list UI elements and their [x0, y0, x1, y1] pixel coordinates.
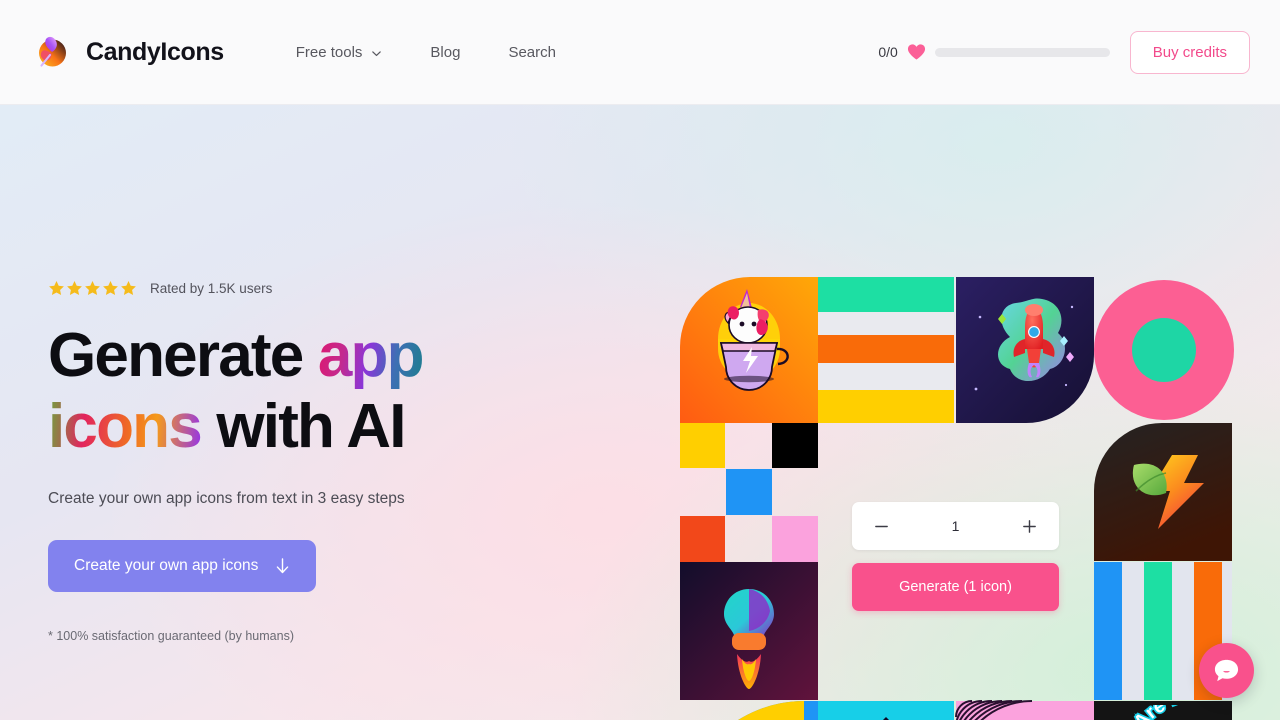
chevron-down-icon [371, 46, 382, 57]
quantity-value: 1 [951, 518, 960, 534]
rating-row: Rated by 1.5K users [48, 280, 518, 297]
main-navigation: Free tools Blog Search [272, 34, 580, 71]
heart-icon [907, 43, 926, 61]
tile-unicorn-cup [680, 277, 818, 423]
buy-credits-button[interactable]: Buy credits [1129, 30, 1250, 74]
tile-leaf-bolt [1094, 423, 1232, 561]
svg-text:We Are Here!: We Are Here! [1118, 705, 1224, 720]
chat-bubble-icon [1214, 659, 1239, 682]
candy-swirl-logo-icon [28, 30, 73, 75]
nav-item-label: Search [508, 43, 556, 61]
hero-subtitle: Create your own app icons from text in 3… [48, 490, 405, 508]
tile-cyan-cat [818, 701, 954, 720]
site-header: CandyIcons Free tools Blog Search 0/0 Bu… [0, 0, 1280, 105]
decrement-button[interactable] [870, 515, 892, 537]
nav-item-label: Blog [430, 43, 461, 61]
star-icon [48, 280, 65, 297]
mosaic-graphic [680, 277, 1234, 720]
rating-text: Rated by 1.5K users [150, 281, 273, 296]
headline-segment-3: with AI [200, 391, 406, 461]
tile-pink-spiral [955, 700, 1094, 720]
chat-here-label: We Are Here! [1118, 705, 1225, 720]
nav-item-blog[interactable]: Blog [406, 34, 484, 71]
credits-count: 0/0 [878, 44, 898, 60]
create-icons-label: Create your own app icons [74, 557, 259, 575]
page-title: Generate app icons with AI [48, 321, 518, 462]
brand-logo[interactable]: CandyIcons [28, 30, 224, 75]
tile-stripes-horizontal [818, 277, 954, 423]
generator-panel: 1 Generate (1 icon) [852, 502, 1059, 611]
hero-section: We Are Here! 1 Generate (1 icon) [0, 105, 1280, 720]
star-icon [120, 280, 137, 297]
headline-word-app: app [317, 321, 425, 390]
star-icon [84, 280, 101, 297]
arrow-down-icon [275, 558, 290, 575]
nav-item-free-tools[interactable]: Free tools [272, 34, 407, 71]
star-icon [102, 280, 119, 297]
create-icons-button[interactable]: Create your own app icons [48, 540, 317, 593]
nav-item-label: Free tools [295, 43, 363, 61]
tile-checkerboard [680, 423, 818, 562]
headline-word-icons: icons [48, 391, 203, 461]
icon-mosaic: We Are Here! [680, 277, 1280, 720]
tile-pink-donut [1094, 280, 1234, 420]
star-rating [48, 280, 137, 297]
star-icon [66, 280, 83, 297]
hero-copy: Rated by 1.5K users Generate app icons wi… [48, 280, 518, 643]
brand-name: CandyIcons [86, 37, 224, 66]
headline-segment-1: Generate [48, 321, 318, 390]
tile-lightbulb-rocket [680, 562, 818, 700]
tile-rainbow-arc [738, 701, 818, 720]
generate-button[interactable]: Generate (1 icon) [852, 563, 1059, 611]
quantity-stepper: 1 [852, 502, 1059, 550]
credits-progress-bar [934, 47, 1110, 57]
increment-button[interactable] [1019, 515, 1041, 537]
credits-meter: 0/0 [878, 43, 1110, 61]
tile-rocket-space [956, 277, 1094, 423]
header-actions: 0/0 Buy credits [878, 30, 1250, 74]
chat-widget-button[interactable] [1199, 643, 1254, 698]
nav-item-search[interactable]: Search [484, 34, 580, 71]
hero-footnote: * 100% satisfaction guaranteed (by human… [48, 629, 294, 644]
